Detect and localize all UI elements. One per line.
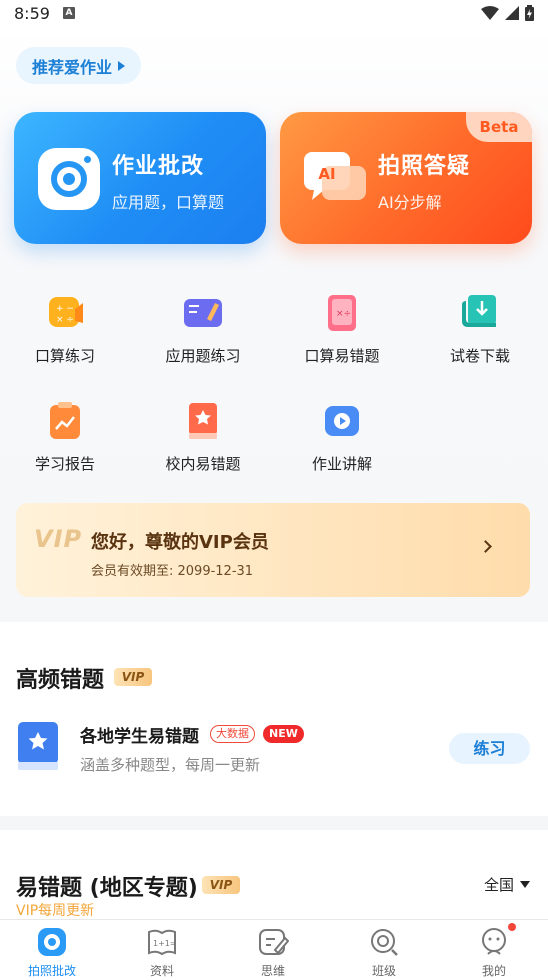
book-tab-icon: 1+1=	[148, 929, 177, 956]
download-icon	[462, 295, 496, 327]
vip-update-note: VIP每周更新	[16, 903, 95, 919]
notification-dot	[508, 923, 516, 931]
recommend-label: 推荐爱作业	[32, 57, 113, 77]
signal-icon	[505, 6, 519, 20]
feature-label: 应用题练习	[165, 347, 241, 365]
svg-text:× ÷: × ÷	[56, 315, 74, 325]
tab-label: 我的	[481, 964, 506, 978]
dropdown-arrow-icon	[520, 881, 530, 888]
feature-study-report[interactable]: 学习报告	[5, 401, 125, 474]
feature-label: 口算练习	[34, 347, 95, 365]
tab-photo-grading[interactable]: 拍照批改	[0, 920, 107, 980]
feature-label: 作业讲解	[311, 455, 372, 473]
feature-oral-calc[interactable]: + − × ÷ 口算练习	[5, 293, 125, 366]
vip-expiry: 会员有效期至: 2099-12-31	[91, 564, 254, 579]
card-subtitle: AI分步解	[378, 193, 442, 212]
recommend-button[interactable]: 推荐爱作业	[16, 47, 142, 84]
profile-tab-icon	[482, 928, 506, 955]
practice-button[interactable]: 练习	[449, 733, 530, 764]
class-tab-icon	[371, 929, 398, 956]
feature-paper-download[interactable]: 试卷下载	[420, 293, 540, 366]
camera-tab-icon	[38, 928, 66, 956]
bigdata-badge: 大数据	[210, 725, 255, 743]
tab-label: 思维	[260, 964, 285, 978]
wifi-icon	[481, 6, 499, 20]
high-freq-section	[0, 622, 548, 816]
svg-text:×÷: ×÷	[336, 309, 351, 319]
feature-label: 口算易错题	[304, 347, 380, 365]
star-book-icon	[189, 403, 217, 439]
region-label: 全国	[483, 876, 514, 894]
tab-profile[interactable]: 我的	[439, 920, 548, 980]
tab-thinking[interactable]: 思维	[218, 920, 328, 980]
tab-class[interactable]: 班级	[329, 920, 439, 980]
vip-tag: VIP	[202, 876, 240, 894]
feature-label: 试卷下载	[449, 347, 510, 365]
tab-label: 拍照批改	[27, 964, 76, 978]
tab-materials[interactable]: 1+1= 资料	[107, 920, 217, 980]
status-bar: 8:59 A	[0, 0, 548, 28]
card-title: 拍照答疑	[378, 154, 471, 179]
status-time: 8:59	[14, 4, 50, 23]
book-star-icon	[18, 722, 58, 770]
battery-icon	[525, 5, 534, 21]
section-title: 高频错题	[16, 668, 105, 693]
feature-homework-explain[interactable]: 作业讲解	[282, 401, 402, 474]
feature-label: 学习报告	[34, 455, 95, 473]
homework-grading-card[interactable]: 作业批改 应用题，口算题	[14, 112, 266, 244]
card-title: 作业批改	[112, 154, 205, 179]
item-description: 涵盖多种题型，每周一更新	[80, 756, 261, 774]
vip-banner[interactable]: VIP 您好，尊敬的VIP会员 会员有效期至: 2099-12-31	[16, 503, 530, 597]
svg-text:1+1=: 1+1=	[153, 939, 177, 948]
calculator-icon: + − × ÷	[49, 297, 83, 327]
tab-label: 班级	[371, 964, 396, 978]
camera-icon	[38, 148, 100, 210]
new-badge: NEW	[263, 725, 304, 743]
photo-qa-card[interactable]: AI Beta 拍照答疑 AI分步解	[280, 112, 532, 244]
card-subtitle: 应用题，口算题	[112, 193, 225, 212]
feature-label: 校内易错题	[165, 455, 241, 473]
video-icon	[325, 406, 359, 436]
ai-icon-text: AI	[318, 165, 335, 183]
svg-text:+ −: + −	[56, 304, 74, 314]
ai-chat-icon: AI	[304, 152, 366, 200]
vip-tag: VIP	[114, 668, 152, 686]
feature-word-problem[interactable]: 应用题练习	[143, 293, 263, 366]
bottom-tab-bar: 拍照批改 1+1= 资料 思维 班级 我的	[0, 919, 548, 980]
edit-tab-icon	[259, 929, 289, 955]
item-title: 各地学生易错题	[80, 727, 199, 747]
section-title: 易错题 (地区专题)	[16, 876, 198, 901]
notification-icon: A	[63, 7, 75, 19]
status-icons	[481, 5, 534, 21]
feature-school-errors[interactable]: 校内易错题	[143, 401, 263, 474]
tab-label: 资料	[149, 964, 174, 978]
beta-badge: Beta	[466, 112, 532, 142]
book-pencil-icon	[184, 299, 222, 327]
vip-logo: VIP	[34, 525, 83, 553]
feature-oral-errors[interactable]: ×÷ 口算易错题	[282, 293, 402, 366]
region-selector[interactable]: 全国	[484, 874, 530, 895]
report-icon	[50, 402, 80, 439]
play-arrow-icon	[118, 60, 126, 71]
chevron-right-icon	[479, 540, 492, 553]
vip-greeting: 您好，尊敬的VIP会员	[91, 532, 269, 553]
error-book-icon: ×÷	[328, 295, 356, 331]
